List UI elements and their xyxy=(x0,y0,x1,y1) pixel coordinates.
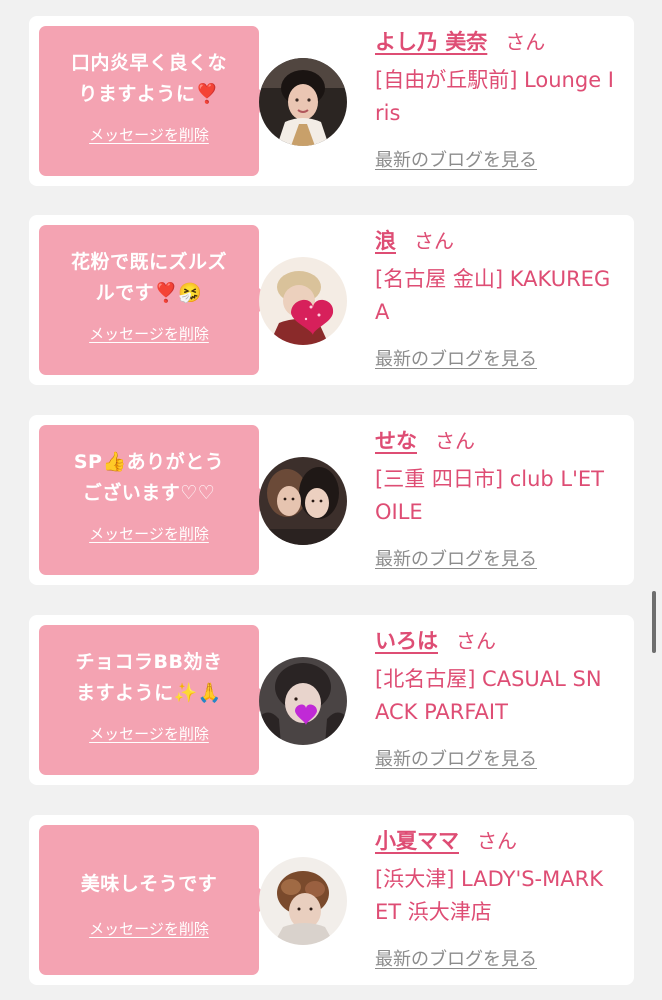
latest-blog-link[interactable]: 最新のブログを見る xyxy=(375,345,537,371)
cast-info: 小夏ママ さん [浜大津] LADY'S-MARKET 浜大津店 最新のブログを… xyxy=(375,825,625,970)
shop-name: [名古屋 金山] KAKUREGA xyxy=(375,267,611,324)
message-bubble: チョコラBB効き ますように✨🙏 メッセージを削除 xyxy=(39,625,271,775)
honorific: さん xyxy=(435,429,475,453)
message-bubble: SP👍ありがとう ございます♡♡ メッセージを削除 xyxy=(39,425,271,575)
shop-name: [北名古屋] CASUAL SNACK PARFAIT xyxy=(375,667,602,724)
delete-message-link[interactable]: メッセージを削除 xyxy=(89,124,209,145)
honorific: さん xyxy=(505,30,546,54)
avatar[interactable] xyxy=(259,657,347,745)
message-bubble: 美味しそうです メッセージを削除 xyxy=(39,825,271,975)
delete-message-link[interactable]: メッセージを削除 xyxy=(89,723,209,744)
cast-name-link[interactable]: よし乃 美奈 xyxy=(375,26,487,56)
message-text: 美味しそうです xyxy=(80,873,218,895)
message-text: 花粉で既にズルズ ルです❣️🤧 xyxy=(70,251,227,304)
message-text: SP👍ありがとう ございます♡♡ xyxy=(73,451,225,504)
message-text: 口内炎早く良くな りますように❣️ xyxy=(70,52,227,105)
cast-info: いろは さん [北名古屋] CASUAL SNACK PARFAIT 最新のブロ… xyxy=(375,625,625,770)
latest-blog-link[interactable]: 最新のブログを見る xyxy=(375,146,537,172)
message-text: チョコラBB効き ますように✨🙏 xyxy=(75,651,223,704)
delete-message-link[interactable]: メッセージを削除 xyxy=(89,523,209,544)
cast-name-link[interactable]: 浪 xyxy=(375,225,396,255)
cast-name-link[interactable]: いろは xyxy=(375,625,438,655)
latest-blog-link[interactable]: 最新のブログを見る xyxy=(375,945,537,971)
cast-name-link[interactable]: せな xyxy=(375,425,417,455)
shop-name: [三重 四日市] club L'ETOILE xyxy=(375,467,605,524)
shop-name: [自由が丘駅前] Lounge Iris xyxy=(375,68,614,125)
message-card: チョコラBB効き ますように✨🙏 メッセージを削除 いろは さん [北名古屋] … xyxy=(29,615,634,785)
delete-message-link[interactable]: メッセージを削除 xyxy=(89,323,209,344)
message-bubble: 花粉で既にズルズ ルです❣️🤧 メッセージを削除 xyxy=(39,225,271,375)
avatar[interactable] xyxy=(259,457,347,545)
honorific: さん xyxy=(414,229,454,253)
scrollbar-thumb[interactable] xyxy=(652,591,656,653)
avatar[interactable] xyxy=(259,257,347,345)
message-card: SP👍ありがとう ございます♡♡ メッセージを削除 せな さん [三重 四日市]… xyxy=(29,415,634,585)
message-card: 口内炎早く良くな りますように❣️ メッセージを削除 よし乃 美奈 さん [自由… xyxy=(29,16,634,186)
delete-message-link[interactable]: メッセージを削除 xyxy=(89,918,209,939)
latest-blog-link[interactable]: 最新のブログを見る xyxy=(375,545,537,571)
honorific: さん xyxy=(477,829,517,853)
cast-info: よし乃 美奈 さん [自由が丘駅前] Lounge Iris 最新のブログを見る xyxy=(375,26,625,171)
cast-info: 浪 さん [名古屋 金山] KAKUREGA 最新のブログを見る xyxy=(375,225,625,370)
shop-name: [浜大津] LADY'S-MARKET 浜大津店 xyxy=(375,867,603,924)
cast-info: せな さん [三重 四日市] club L'ETOILE 最新のブログを見る xyxy=(375,425,625,570)
message-bubble: 口内炎早く良くな りますように❣️ メッセージを削除 xyxy=(39,26,271,176)
avatar[interactable] xyxy=(259,857,347,945)
cast-name-link[interactable]: 小夏ママ xyxy=(375,825,459,855)
message-card: 美味しそうです メッセージを削除 小夏ママ さん [浜大津] LADY'S-MA… xyxy=(29,815,634,985)
latest-blog-link[interactable]: 最新のブログを見る xyxy=(375,745,537,771)
message-card: 花粉で既にズルズ ルです❣️🤧 メッセージを削除 浪 さん [名古屋 金山] K… xyxy=(29,215,634,385)
avatar[interactable] xyxy=(259,58,347,146)
honorific: さん xyxy=(456,629,496,653)
